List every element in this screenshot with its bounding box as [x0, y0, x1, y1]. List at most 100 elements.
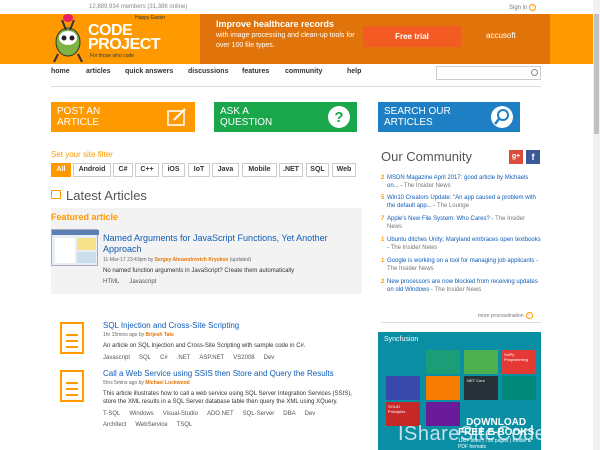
sign-in-link[interactable]: Sign in › [509, 4, 537, 11]
search-icon[interactable] [531, 69, 538, 76]
arrow-icon: › [525, 312, 533, 319]
featured-article-title[interactable]: Named Arguments for JavaScript Functions… [103, 233, 358, 255]
nav-home[interactable]: home [51, 68, 70, 75]
tag-link[interactable]: ASP.NET [199, 355, 224, 361]
filter-tag-csharp[interactable]: C# [113, 163, 133, 177]
scrollbar-thumb[interactable] [594, 14, 599, 134]
arrow-icon: › [529, 4, 537, 11]
nav-help[interactable]: help [347, 68, 361, 75]
nav-features[interactable]: features [242, 68, 269, 75]
tag-link[interactable]: WebService [135, 422, 167, 428]
latest-articles-heading: Latest Articles [66, 188, 147, 203]
article-item: Call a Web Service using SSIS then Store… [103, 368, 363, 431]
tag-link[interactable]: Dev [305, 411, 316, 417]
tag-link[interactable]: VS2008 [233, 355, 254, 361]
author-link[interactable]: Sergey Alexandrovich Kryukov [155, 257, 229, 263]
screenshot-thumbnail-icon [52, 230, 99, 263]
post-article-tile[interactable]: POST AN ARTICLE [51, 102, 195, 132]
nav-discussions[interactable]: discussions [188, 68, 228, 75]
tag-link[interactable]: .NET [177, 355, 191, 361]
nav-divider [51, 86, 541, 87]
tag-link[interactable]: Dev [264, 355, 275, 361]
site-filter-label: Set your site filter [51, 150, 113, 159]
question-icon: ? [328, 106, 350, 128]
tag-link[interactable]: SQL [139, 355, 151, 361]
tag-link[interactable]: SQL-Server [243, 411, 275, 417]
filter-tag-iot[interactable]: IoT [188, 163, 210, 177]
easter-label: Happy Easter [135, 15, 166, 21]
tag-link[interactable]: C# [160, 355, 168, 361]
news-item[interactable]: 2 New processors are now blocked from rec… [381, 278, 541, 294]
nav-articles[interactable]: articles [86, 68, 111, 75]
ebook-cover: SciPy Programming [502, 350, 536, 374]
syncfusion-logo: Syncfusion [384, 336, 419, 343]
filter-tag-sql[interactable]: SQL [306, 163, 329, 177]
news-item[interactable]: 5 Win10 Creators Update: "An app caused a… [381, 194, 541, 210]
news-item[interactable]: 7 Apple's New File System: Who Cares? - T… [381, 215, 541, 231]
featured-thumbnail[interactable] [51, 229, 99, 266]
article-meta: 1hr 15mins ago by Brijesh Tate [103, 332, 174, 338]
article-tags: Javascript SQL C# .NET ASP.NET VS2008 Dev [103, 353, 363, 364]
advert-banner[interactable]: Improve healthcare records with image pr… [200, 14, 550, 64]
search-articles-tile[interactable]: SEARCH OUR ARTICLES [378, 102, 520, 132]
featured-article-meta: 11-Mar-17 23:43pm by Sergey Alexandrovic… [103, 257, 252, 263]
google-plus-icon[interactable]: g+ [509, 150, 523, 164]
tag-link[interactable]: HTML [103, 279, 119, 285]
ebook-cover [426, 350, 460, 374]
article-description: This article illustrates how to call a w… [103, 391, 352, 405]
tag-link[interactable]: Architect [103, 422, 126, 428]
filter-tag-dotnet[interactable]: .NET [279, 163, 303, 177]
author-link[interactable]: Brijesh Tate [146, 332, 174, 338]
tag-link[interactable]: Visual-Studio [163, 411, 198, 417]
ad-description: with image processing and clean-up tools… [216, 32, 355, 49]
nav-quick-answers[interactable]: quick answers [125, 68, 173, 75]
tag-link[interactable]: T-SQL [103, 411, 120, 417]
svg-text:?: ? [334, 109, 343, 126]
tag-link[interactable]: ADO.NET [207, 411, 234, 417]
member-count: 12,889,934 members (31,386 online) [89, 4, 188, 10]
tag-link[interactable]: TSQL [177, 422, 193, 428]
sidebar-divider [381, 322, 541, 323]
community-heading: Our Community [381, 149, 473, 164]
magnifier-icon [491, 106, 513, 128]
nav-community[interactable]: community [285, 68, 322, 75]
article-document-icon [60, 322, 84, 354]
facebook-icon[interactable]: f [526, 150, 540, 164]
filter-tag-mobile[interactable]: Mobile [242, 163, 277, 177]
filter-tag-ios[interactable]: iOS [162, 163, 185, 177]
free-trial-button[interactable]: Free trial [363, 26, 461, 47]
mascot-logo-icon[interactable] [48, 14, 88, 64]
author-link[interactable]: Michael Lockwood [145, 380, 189, 386]
ebook-cover [426, 376, 460, 400]
featured-article-label: Featured article [51, 212, 119, 222]
edit-icon [167, 108, 186, 126]
filter-tag-java[interactable]: Java [212, 163, 239, 177]
article-title[interactable]: Call a Web Service using SSIS then Store… [103, 368, 363, 379]
featured-article-description: No named function arguments in JavaScrip… [103, 268, 295, 274]
filter-tag-web[interactable]: Web [332, 163, 356, 177]
ask-question-tile[interactable]: ASK A QUESTION ? [214, 102, 357, 132]
ad-title: Improve healthcare records [216, 19, 335, 29]
tag-link[interactable]: DBA [283, 411, 295, 417]
logo-project-text[interactable]: PROJECT [88, 36, 161, 54]
ebook-cover: .NET Core [464, 376, 498, 400]
rss-icon[interactable] [51, 190, 61, 199]
ebook-cover [386, 376, 420, 400]
more-procrastination-link[interactable]: more procrastination › [478, 312, 533, 319]
article-description: An article on SQL Injection and Cross-Si… [103, 343, 306, 349]
tag-link[interactable]: Javascript [129, 279, 156, 285]
tag-link[interactable]: Windows [129, 411, 153, 417]
filter-tag-android[interactable]: Android [73, 163, 111, 177]
top-bar: 12,889,934 members (31,386 online) Sign … [0, 0, 600, 14]
article-meta: 5hrs 5mins ago by Michael Lockwood [103, 380, 190, 386]
filter-tag-cpp[interactable]: C++ [135, 163, 159, 177]
tag-link[interactable]: Javascript [103, 355, 130, 361]
featured-article-tags: HTML Javascript [103, 279, 166, 285]
news-item[interactable]: 1 Google is working on a tool for managin… [381, 257, 541, 273]
search-input[interactable] [436, 66, 541, 80]
news-item[interactable]: 1 Ubuntu ditches Unity; Maryland embraces… [381, 236, 541, 252]
news-item[interactable]: 2 MSDN Magazine April 2017: good article … [381, 174, 541, 190]
filter-tag-all[interactable]: All [51, 163, 71, 177]
article-title[interactable]: SQL Injection and Cross-Site Scripting [103, 320, 363, 331]
ebook-cover [502, 376, 536, 400]
